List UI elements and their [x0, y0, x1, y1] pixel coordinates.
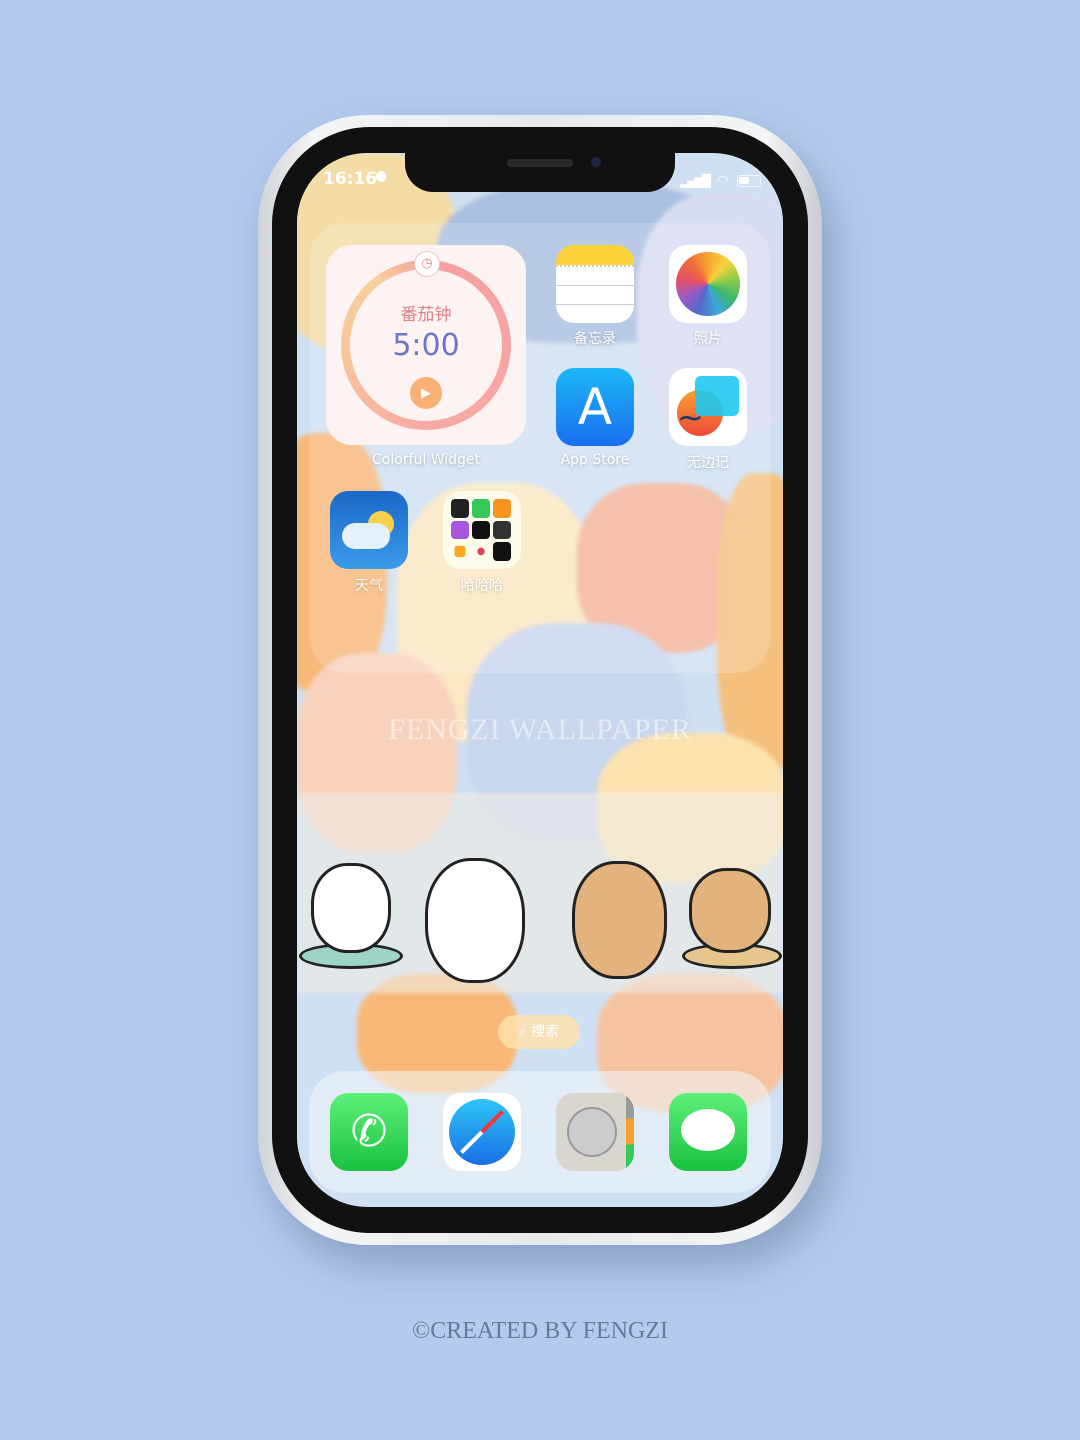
signal-icon: ▂▄▆█	[679, 174, 711, 188]
status-icons: ▂▄▆█ ◠	[680, 173, 761, 189]
widget-title: 番茄钟	[400, 305, 452, 325]
phone-mockup: 16:16 ● ▂▄▆█ ◠ ◷ 番茄钟 5:00 ▶ Colorful Wid…	[258, 115, 822, 1245]
photos-icon[interactable]	[669, 245, 747, 323]
safari-icon[interactable]	[443, 1093, 521, 1171]
search-icon: ⌕	[518, 1024, 532, 1040]
app-label-folder: 哈哈哈	[461, 578, 503, 594]
bear-character	[425, 858, 525, 983]
messages-icon[interactable]	[669, 1093, 747, 1171]
app-label-photos: 照片	[694, 331, 722, 347]
search-button[interactable]: ⌕ 搜索	[498, 1015, 580, 1049]
wifi-icon: ◠	[716, 173, 729, 189]
dock: ✆	[309, 1071, 771, 1193]
contacts-icon[interactable]	[556, 1093, 634, 1171]
bear-character	[311, 863, 391, 953]
status-time: 16:16	[323, 169, 378, 189]
app-store-icon[interactable]: A	[556, 368, 634, 446]
search-label: 搜索	[531, 1024, 560, 1040]
clock-icon: ◷	[414, 251, 440, 277]
credit-footer: ©CREATED BY FENGZI	[411, 1318, 668, 1344]
widget-label: Colorful Widget	[372, 452, 480, 468]
watermark: FENGZI WALLPAPER	[388, 713, 692, 746]
freeform-icon[interactable]: ~	[669, 368, 747, 446]
app-label-freeform: 无边记	[687, 455, 729, 471]
dog-character	[689, 868, 771, 953]
play-button[interactable]: ▶	[410, 377, 442, 409]
folder-icon[interactable]	[443, 491, 521, 569]
pomodoro-widget[interactable]: ◷ 番茄钟 5:00 ▶	[326, 245, 526, 445]
phone-icon[interactable]: ✆	[330, 1093, 408, 1171]
app-label-weather: 天气	[355, 578, 383, 594]
weather-icon[interactable]	[330, 491, 408, 569]
notes-icon[interactable]	[556, 245, 634, 323]
home-screen: 16:16 ● ▂▄▆█ ◠ ◷ 番茄钟 5:00 ▶ Colorful Wid…	[297, 153, 783, 1207]
person-icon: ●	[375, 168, 388, 184]
app-label-app-store: App Store	[560, 452, 630, 468]
dog-character	[572, 861, 667, 979]
battery-icon	[737, 175, 761, 187]
app-label-notes: 备忘录	[574, 331, 616, 347]
notch	[405, 153, 675, 192]
widget-time: 5:00	[392, 328, 460, 363]
